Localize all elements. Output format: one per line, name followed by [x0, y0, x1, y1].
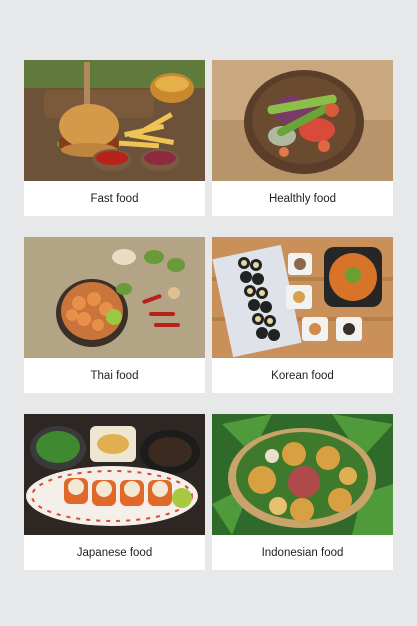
food-card-label: Fast food — [90, 192, 139, 205]
food-card-japanese-food[interactable]: Japanese food — [24, 414, 205, 570]
food-card-thai-food[interactable]: Thai food — [24, 237, 205, 393]
food-card-label: Healthly food — [268, 192, 337, 205]
food-card-indonesian-food[interactable]: Indonesian food — [212, 414, 393, 570]
salad-bowl-photo — [212, 60, 393, 181]
food-card-korean-food[interactable]: Korean food — [212, 237, 393, 393]
food-card-label: Japanese food — [76, 546, 153, 559]
sushi-rolls-photo — [24, 414, 205, 535]
burger-fries-photo — [24, 60, 205, 181]
banana-leaf-platter-photo — [212, 414, 393, 535]
food-card-label: Indonesian food — [261, 546, 344, 559]
shrimp-dish-photo — [24, 237, 205, 358]
food-card-fast-food[interactable]: Fast food — [24, 60, 205, 216]
food-category-grid: Fast food Healthly food Thai food Korean… — [0, 0, 417, 626]
food-card-label: Thai food — [90, 369, 139, 382]
food-card-healthy-food[interactable]: Healthly food — [212, 60, 393, 216]
food-card-label: Korean food — [271, 369, 334, 382]
kimbap-banchan-photo — [212, 237, 393, 358]
